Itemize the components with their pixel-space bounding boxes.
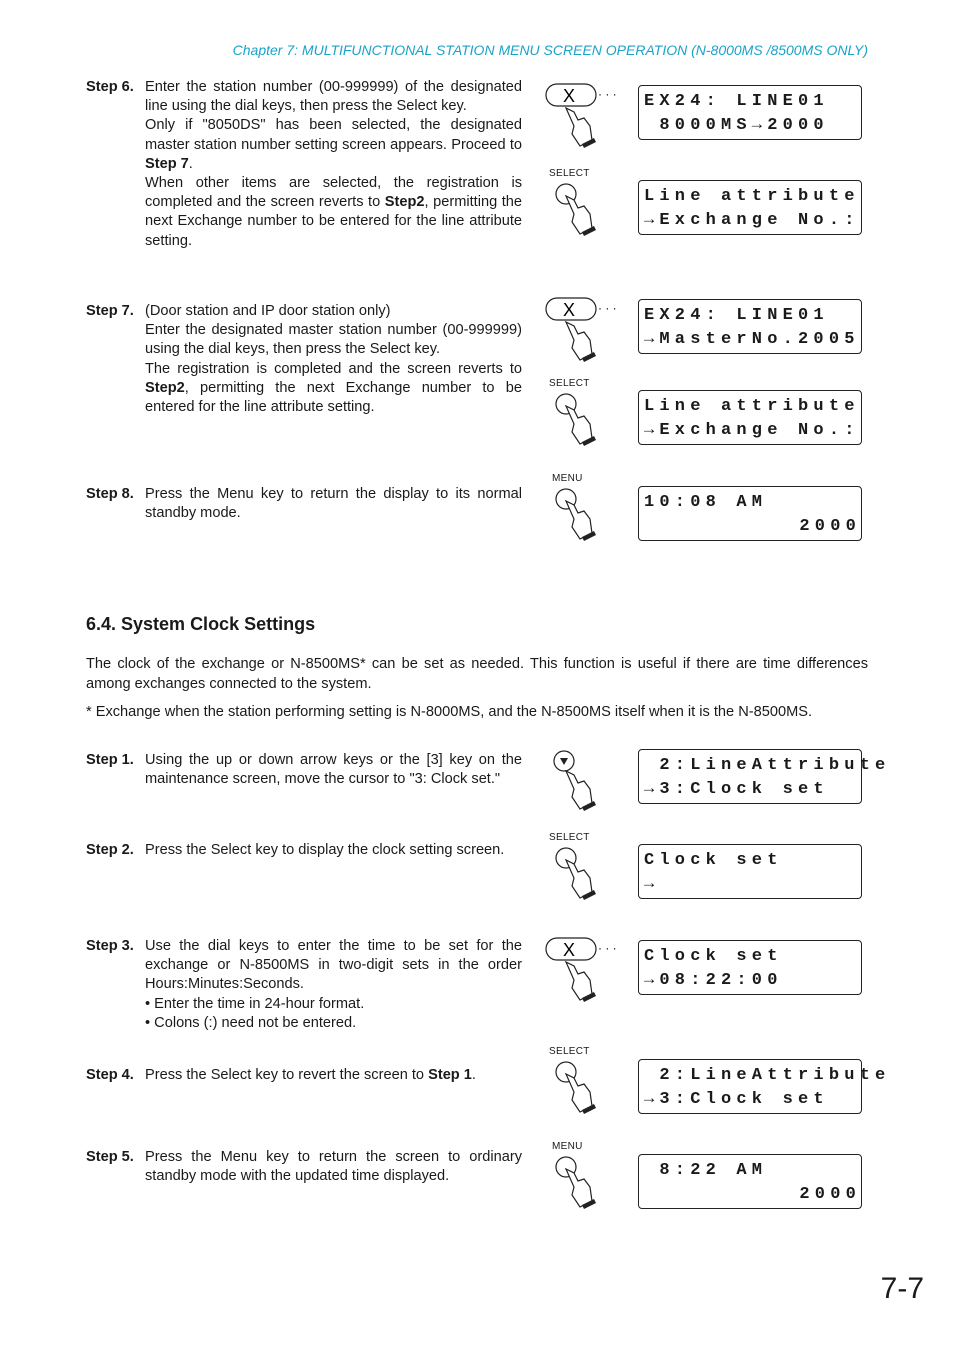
- section-footnote: * Exchange when the station performing s…: [86, 704, 813, 720]
- svg-text:· · ·: · · ·: [598, 87, 617, 101]
- svg-text:X: X: [563, 86, 575, 106]
- step-6: Step 6. Enter the station number (00-999…: [86, 78, 522, 251]
- svg-text:X: X: [563, 940, 575, 960]
- lcd-display: EX24: LINE01 8000MS→2000: [638, 85, 862, 140]
- step-label: Step 3.: [86, 938, 134, 954]
- svg-text:X: X: [563, 300, 575, 320]
- step-text: The registration is completed and the sc…: [145, 360, 522, 416]
- dial-key-icon: X · · ·: [544, 82, 634, 154]
- clock-step-4: Step 4. Press the Select key to revert t…: [86, 1066, 522, 1085]
- lcd-display: EX24: LINE01 →MasterNo.2005: [638, 299, 862, 354]
- section-title: 6.4. System Clock Settings: [86, 614, 316, 634]
- lcd-display: Line attribute →Exchange No.:: [638, 180, 862, 235]
- step-label: Step 8.: [86, 486, 134, 502]
- step-label: Step 2.: [86, 842, 134, 858]
- step-text: Using the up or down arrow keys or the […: [145, 752, 522, 788]
- select-key-icon: SELECT: [544, 378, 634, 452]
- lcd-display: 2:LineAttribute →3:Clock set: [638, 1059, 885, 1114]
- lcd-display: Clock set →: [638, 844, 862, 899]
- select-key-icon: SELECT: [544, 1046, 634, 1120]
- lcd-display: Clock set →08:22:00: [638, 940, 862, 995]
- step-text: (Door station and IP door station only): [145, 303, 391, 319]
- dial-key-icon: X · · ·: [544, 296, 634, 368]
- step-text: Enter the designated master station numb…: [145, 322, 522, 358]
- menu-key-icon: MENU: [544, 473, 634, 547]
- step-7: Step 7. (Door station and IP door statio…: [86, 302, 522, 417]
- step-text: Use the dial keys to enter the time to b…: [145, 938, 522, 993]
- clock-step-5: Step 5. Press the Menu key to return the…: [86, 1148, 522, 1186]
- down-key-icon: [544, 745, 634, 817]
- clock-step-1: Step 1. Using the up or down arrow keys …: [86, 751, 522, 789]
- section-intro: The clock of the exchange or N-8500MS* c…: [86, 656, 868, 692]
- step-text: Enter the station number (00-999999) of …: [145, 79, 522, 115]
- step-text: Only if "8050DS" has been selected, the …: [145, 117, 522, 172]
- menu-key-icon: MENU: [544, 1141, 634, 1215]
- select-key-label: SELECT: [549, 168, 590, 179]
- select-key-icon: SELECT: [544, 168, 634, 242]
- step-text: Press the Menu key to return the screen …: [145, 1149, 522, 1185]
- svg-text:· · ·: · · ·: [598, 301, 617, 315]
- bullet-item: • Colons (:) need not be entered.: [145, 1014, 357, 1031]
- page-number: 7-7: [880, 1272, 924, 1305]
- menu-key-label: MENU: [552, 473, 583, 484]
- lcd-display: 2:LineAttribute →3:Clock set: [638, 749, 885, 804]
- step-text: Press the Select key to revert the scree…: [145, 1067, 476, 1083]
- step-label: Step 5.: [86, 1149, 134, 1165]
- step-label: Step 1.: [86, 752, 134, 768]
- lcd-display: 10:08 AM 2000: [638, 486, 862, 541]
- step-text: Press the Select key to display the cloc…: [145, 842, 505, 858]
- menu-key-label: MENU: [552, 1141, 583, 1152]
- step-label: Step 7.: [86, 303, 134, 319]
- step-text: Press the Menu key to return the display…: [145, 486, 522, 522]
- step-label: Step 4.: [86, 1067, 134, 1083]
- select-key-icon: SELECT: [544, 832, 634, 906]
- chapter-header: Chapter 7: MULTIFUNCTIONAL STATION MENU …: [232, 42, 868, 58]
- svg-text:· · ·: · · ·: [598, 941, 617, 955]
- select-key-label: SELECT: [549, 1046, 590, 1057]
- clock-step-3: Step 3. Use the dial keys to enter the t…: [86, 937, 522, 1033]
- select-key-label: SELECT: [549, 378, 590, 389]
- step-text: When other items are selected, the regis…: [145, 175, 523, 249]
- select-key-label: SELECT: [549, 832, 590, 843]
- step-8: Step 8. Press the Menu key to return the…: [86, 485, 522, 523]
- bullet-item: • Enter the time in 24-hour format.: [145, 995, 365, 1012]
- step-label: Step 6.: [86, 79, 134, 95]
- clock-step-2: Step 2. Press the Select key to display …: [86, 841, 522, 860]
- dial-key-icon: X · · ·: [544, 936, 634, 1008]
- lcd-display: Line attribute →Exchange No.:: [638, 390, 862, 445]
- lcd-display: 8:22 AM 2000: [638, 1154, 862, 1209]
